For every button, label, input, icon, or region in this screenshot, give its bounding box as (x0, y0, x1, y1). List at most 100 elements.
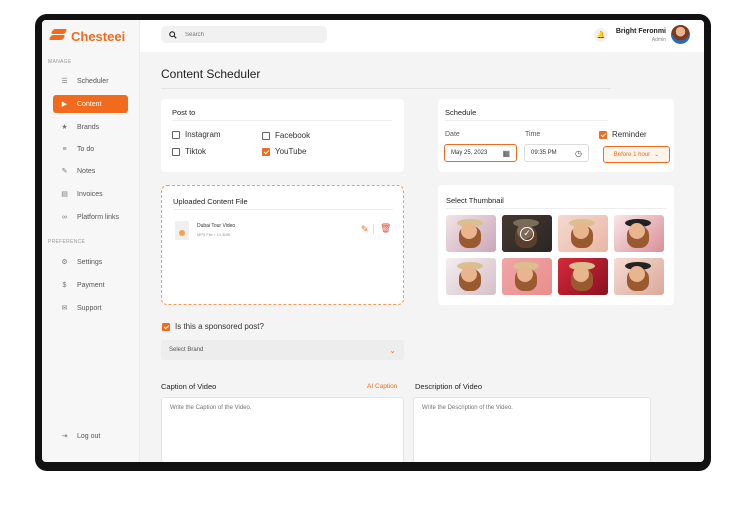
checkbox-box[interactable] (262, 147, 270, 156)
sidebar-item-scheduler[interactable]: ☰ Scheduler (53, 72, 128, 90)
divider (173, 209, 393, 210)
sidebar-item-label: Content (77, 100, 102, 108)
checklist-icon: ≡ (62, 145, 67, 153)
sidebar-item-label: Notes (77, 167, 96, 175)
time-value: 09:35 PM (531, 150, 557, 156)
sidebar-item-notes[interactable]: ✎ Notes (53, 162, 128, 180)
sidebar-item-settings[interactable]: ⚙ Settings (53, 253, 128, 271)
sidebar-item-support[interactable]: ✉ Support (53, 299, 128, 317)
reminder-select[interactable]: Before 1 hour ⌄ (603, 146, 670, 163)
sidebar-item-todo[interactable]: ≡ To do (53, 140, 128, 158)
search-input[interactable] (185, 31, 305, 38)
time-label: Time (525, 131, 541, 138)
sidebar-item-invoices[interactable]: ▤ Invoices (53, 185, 128, 203)
logo-icon (48, 28, 68, 44)
description-field[interactable] (413, 397, 651, 462)
ai-caption-button[interactable]: AI Caption (367, 383, 397, 390)
app-name: Chesteei (71, 28, 126, 44)
thumbnail-option[interactable] (614, 258, 664, 295)
checkbox-label: Tiktok (185, 147, 207, 156)
sidebar-item-payment[interactable]: $ Payment (53, 276, 128, 294)
list-icon: ☰ (61, 78, 68, 85)
thumbnail-option[interactable] (558, 215, 608, 252)
notification-icon[interactable]: 🔔 (594, 28, 608, 42)
trash-icon[interactable]: 🗑 (380, 223, 391, 234)
sidebar-item-content[interactable]: ▶ Content (53, 95, 128, 113)
checkbox-label: Instagram (185, 130, 221, 139)
date-field[interactable]: May 25, 2023 ▦ (444, 144, 517, 162)
link-icon: ∞ (62, 213, 67, 221)
checkbox-box[interactable] (172, 130, 180, 139)
avatar[interactable] (671, 25, 690, 44)
upload-dropzone[interactable]: Uploaded Content File Dubai Tour Video M… (161, 185, 404, 305)
divider (172, 120, 392, 121)
caption-label: Caption of Video (161, 382, 217, 391)
caption-field[interactable] (161, 397, 404, 462)
edit-icon[interactable]: ✎ (361, 224, 369, 235)
section-label-preference: PREFERENCE (48, 239, 86, 245)
checkbox-box[interactable] (172, 147, 180, 156)
thumbnail-option[interactable] (614, 215, 664, 252)
sidebar-item-brands[interactable]: ★ Brands (53, 118, 128, 136)
thumbnail-option[interactable] (446, 258, 496, 295)
brand-select-value: Select Brand (169, 347, 204, 353)
date-label: Date (445, 131, 460, 138)
clock-icon[interactable]: ◷ (575, 149, 582, 158)
reminder-value: Before 1 hour (613, 151, 651, 158)
invoice-icon: ▤ (61, 191, 68, 198)
thumbnail-card: Select Thumbnail ✓ (438, 185, 674, 305)
checkbox-label: Facebook (275, 131, 311, 140)
sidebar-item-label: Settings (77, 258, 103, 266)
search-box[interactable] (161, 26, 327, 43)
checkbox-youtube[interactable]: YouTube (262, 147, 306, 156)
file-icon (175, 221, 189, 240)
search-icon (169, 30, 177, 39)
star-icon: ★ (61, 124, 68, 131)
sidebar: Chesteei MANAGE ☰ Scheduler ▶ Content ★ … (42, 20, 140, 462)
sidebar-item-label: Scheduler (77, 77, 109, 85)
app-logo[interactable]: Chesteei (48, 28, 126, 44)
time-field[interactable]: 09:35 PM ◷ (524, 144, 589, 162)
sponsored-label: Is this a sponsored post? (175, 322, 264, 331)
checkbox-box[interactable] (162, 322, 170, 331)
post-to-title: Post to (172, 108, 196, 117)
thumbnail-option[interactable] (446, 215, 496, 252)
thumbnail-grid: ✓ (446, 215, 664, 295)
checkbox-box[interactable] (599, 130, 607, 139)
support-icon: ✉ (61, 305, 68, 312)
checkbox-instagram[interactable]: Instagram (172, 130, 221, 139)
sponsored-checkbox[interactable]: Is this a sponsored post? (162, 322, 264, 331)
post-to-card: Post to Instagram Facebook Tiktok YouTub… (161, 99, 404, 172)
brand-select[interactable]: Select Brand ⌄ (161, 340, 404, 360)
notes-icon: ✎ (61, 168, 68, 175)
gear-icon: ⚙ (61, 259, 68, 266)
sidebar-item-label: Invoices (77, 190, 103, 198)
checkbox-tiktok[interactable]: Tiktok (172, 147, 206, 156)
checkbox-box[interactable] (262, 131, 270, 140)
sidebar-item-label: Brands (77, 123, 100, 131)
checkbox-facebook[interactable]: Facebook (262, 131, 310, 140)
calendar-icon[interactable]: ▦ (502, 149, 510, 158)
section-label-manage: MANAGE (48, 59, 72, 65)
thumbnail-title: Select Thumbnail (446, 196, 504, 205)
divider (445, 120, 608, 121)
divider (161, 88, 611, 89)
logout-icon: ⇥ (61, 433, 68, 440)
checkbox-label: YouTube (275, 147, 307, 156)
reminder-label: Reminder (612, 130, 647, 139)
thumbnail-option[interactable] (502, 258, 552, 295)
reminder-checkbox[interactable]: Reminder (599, 130, 647, 139)
thumbnail-option-selected[interactable]: ✓ (502, 215, 552, 252)
divider (446, 208, 666, 209)
schedule-title: Schedule (445, 108, 477, 117)
thumbnail-option[interactable] (558, 258, 608, 295)
sidebar-item-label: Payment (77, 281, 105, 289)
sidebar-item-platform-links[interactable]: ∞ Platform links (53, 208, 128, 226)
date-value: May 25, 2023 (451, 150, 488, 156)
file-name: Dubai Tour Video (197, 223, 236, 229)
chevron-down-icon: ⌄ (654, 152, 660, 158)
logout-button[interactable]: ⇥ Log out (53, 427, 128, 445)
sidebar-item-label: Platform links (77, 213, 120, 221)
logout-label: Log out (77, 432, 101, 440)
upload-title: Uploaded Content File (173, 197, 248, 206)
